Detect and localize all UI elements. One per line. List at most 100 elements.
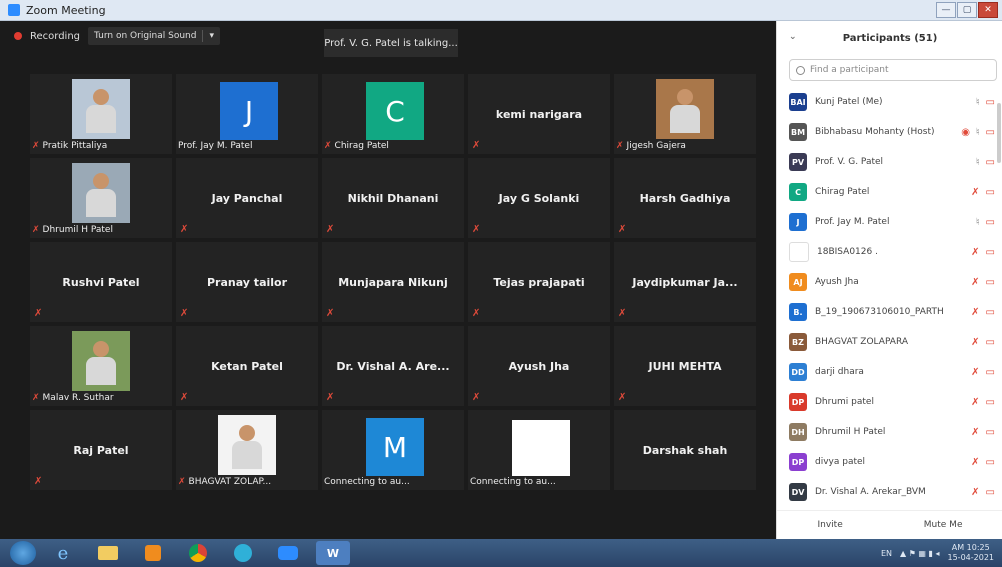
mic-muted-icon[interactable]: ✗ <box>971 427 979 438</box>
video-off-icon[interactable]: ▭ <box>986 187 995 198</box>
participant-tile[interactable]: Darshak shah <box>614 410 756 490</box>
participant-name: BHAGVAT ZOLAP... <box>188 477 272 487</box>
participant-list-item[interactable]: 18BISA0126 . ✗ ▭ <box>777 237 1002 267</box>
original-sound-button[interactable]: Turn on Original Sound ▾ <box>88 27 220 45</box>
participant-tile[interactable]: Munjapara Nikunj ✗ <box>322 242 464 322</box>
mic-icon[interactable]: ♮ <box>976 217 980 228</box>
ie-icon[interactable]: e <box>46 541 80 565</box>
taskbar-clock[interactable]: AM 10:25 15-04-2021 <box>948 543 995 563</box>
participant-list-item[interactable]: J Prof. Jay M. Patel ♮ ▭ <box>777 207 1002 237</box>
participant-name: Dhrumil H Patel <box>42 225 113 235</box>
video-off-icon[interactable]: ▭ <box>986 487 995 498</box>
mic-muted-icon[interactable]: ✗ <box>971 457 979 468</box>
video-off-icon[interactable]: ▭ <box>986 217 995 228</box>
search-placeholder: Find a participant <box>810 65 889 75</box>
mic-muted-icon[interactable]: ✗ <box>971 397 979 408</box>
participant-tile[interactable]: Nikhil Dhanani ✗ <box>322 158 464 238</box>
maximize-button[interactable]: ▢ <box>957 2 977 18</box>
participant-video-grid: ✗ Pratik Pittaliya J Prof. Jay M. Patel C ✗ Ch… <box>30 74 756 490</box>
participant-tile[interactable]: Pranay tailor ✗ <box>176 242 318 322</box>
video-off-icon[interactable]: ▭ <box>986 427 995 438</box>
video-off-icon[interactable]: ▭ <box>986 127 995 138</box>
participant-list-item[interactable]: DH Dhrumil H Patel ✗ ▭ <box>777 417 1002 447</box>
participant-tile[interactable]: JUHI MEHTA ✗ <box>614 326 756 406</box>
participant-tile[interactable]: Jay Panchal ✗ <box>176 158 318 238</box>
video-off-icon[interactable]: ▭ <box>986 397 995 408</box>
video-off-icon[interactable]: ▭ <box>986 157 995 168</box>
participant-list-item[interactable]: BAI Kunj Patel (Me) ♮ ▭ <box>777 87 1002 117</box>
participant-list-item[interactable]: PV Prof. V. G. Patel ♮ ▭ <box>777 147 1002 177</box>
participant-name: Jaydipkumar Ja... <box>632 275 738 289</box>
participant-list-item[interactable]: BZ BHAGVAT ZOLAPARA ✗ ▭ <box>777 327 1002 357</box>
video-off-icon[interactable]: ▭ <box>986 307 995 318</box>
participant-tile[interactable]: Connecting to au... <box>468 410 610 490</box>
folder-icon[interactable] <box>91 541 125 565</box>
minimize-button[interactable]: — <box>936 2 956 18</box>
participant-search-input[interactable]: Find a participant <box>789 59 997 81</box>
tray-icons[interactable]: ▲ ⚑ ▦ ▮ ◂ <box>900 549 939 558</box>
clock-date: 15-04-2021 <box>947 553 995 562</box>
invite-button[interactable]: Invite <box>818 520 843 530</box>
participant-tile[interactable]: Tejas prajapati ✗ <box>468 242 610 322</box>
participant-tile[interactable]: Jay G Solanki ✗ <box>468 158 610 238</box>
media-player-icon[interactable] <box>136 541 170 565</box>
participant-list-item[interactable]: DV Dr. Vishal A. Arekar_BVM ✗ ▭ <box>777 477 1002 507</box>
participant-list-item[interactable]: DD darji dhara ✗ ▭ <box>777 357 1002 387</box>
mic-muted-icon[interactable]: ✗ <box>971 187 979 198</box>
chevron-down-icon[interactable]: ⌄ <box>789 32 797 42</box>
participant-tile[interactable]: Raj Patel ✗ <box>30 410 172 490</box>
participant-tile[interactable]: ✗ BHAGVAT ZOLAP... <box>176 410 318 490</box>
video-off-icon[interactable]: ▭ <box>986 277 995 288</box>
participant-list-item[interactable]: BM Bibhabasu Mohanty (Host) ◉ ♮ ▭ <box>777 117 1002 147</box>
participant-list-item[interactable]: B. B_19_190673106010_PARTH ✗ ▭ <box>777 297 1002 327</box>
participant-tile[interactable]: Harsh Gadhiya ✗ <box>614 158 756 238</box>
participant-tile[interactable]: ✗ Dhrumil H Patel <box>30 158 172 238</box>
participant-avatar: DP <box>789 393 807 411</box>
mic-icon[interactable]: ♮ <box>976 157 980 168</box>
video-off-icon[interactable]: ▭ <box>986 247 995 258</box>
mute-me-button[interactable]: Mute Me <box>924 520 963 530</box>
participant-list-item[interactable]: DP Dhrumi patel ✗ ▭ <box>777 387 1002 417</box>
mic-muted-icon[interactable]: ✗ <box>971 247 979 258</box>
participant-tile[interactable]: J Prof. Jay M. Patel <box>176 74 318 154</box>
video-off-icon[interactable]: ▭ <box>986 337 995 348</box>
participant-tile[interactable]: C ✗ Chirag Patel <box>322 74 464 154</box>
participant-list-scrollbar[interactable] <box>997 103 1001 163</box>
participant-list-item[interactable]: C Chirag Patel ✗ ▭ <box>777 177 1002 207</box>
participant-status-icons: ✗ ▭ <box>971 187 995 198</box>
mic-muted-icon[interactable]: ✗ <box>971 367 979 378</box>
participant-tile[interactable]: ✗ Jigesh Gajera <box>614 74 756 154</box>
mic-muted-icon[interactable]: ✗ <box>971 277 979 288</box>
close-button[interactable]: ✕ <box>978 2 998 18</box>
participant-tile[interactable]: Rushvi Patel ✗ <box>30 242 172 322</box>
mic-icon[interactable]: ♮ <box>976 127 980 138</box>
language-indicator[interactable]: EN <box>881 549 892 558</box>
participant-tile[interactable]: kemi narigara ✗ <box>468 74 610 154</box>
mic-muted-icon[interactable]: ✗ <box>971 307 979 318</box>
video-off-icon[interactable]: ▭ <box>986 97 995 108</box>
edge-icon[interactable] <box>226 541 260 565</box>
participant-tile[interactable]: M Connecting to au... <box>322 410 464 490</box>
mic-muted-icon[interactable]: ✗ <box>971 337 979 348</box>
chrome-icon[interactable] <box>181 541 215 565</box>
participant-tile[interactable]: Dr. Vishal A. Are... ✗ <box>322 326 464 406</box>
participant-tile[interactable]: Ayush Jha ✗ <box>468 326 610 406</box>
video-off-icon[interactable]: ▭ <box>986 457 995 468</box>
participant-tile[interactable]: Jaydipkumar Ja... ✗ <box>614 242 756 322</box>
participant-list-item[interactable]: DP divya patel ✗ ▭ <box>777 447 1002 477</box>
participant-name: Prof. Jay M. Patel <box>815 217 890 227</box>
participant-list-item[interactable]: AJ Ayush Jha ✗ ▭ <box>777 267 1002 297</box>
word-icon[interactable]: W <box>316 541 350 565</box>
participant-tile[interactable]: ✗ Malav R. Suthar <box>30 326 172 406</box>
zoom-taskbar-icon[interactable] <box>271 541 305 565</box>
participant-tile[interactable]: Ketan Patel ✗ <box>176 326 318 406</box>
window-titlebar: Zoom Meeting — ▢ ✕ <box>0 0 1002 21</box>
mic-muted-icon[interactable]: ✗ <box>971 487 979 498</box>
video-off-icon[interactable]: ▭ <box>986 367 995 378</box>
participant-tile[interactable]: ✗ Pratik Pittaliya <box>30 74 172 154</box>
participant-avatar: PV <box>789 153 807 171</box>
participant-video-feed <box>72 79 130 139</box>
start-button[interactable] <box>10 541 36 565</box>
mic-icon[interactable]: ♮ <box>976 97 980 108</box>
chevron-down-icon[interactable]: ▾ <box>209 31 214 41</box>
